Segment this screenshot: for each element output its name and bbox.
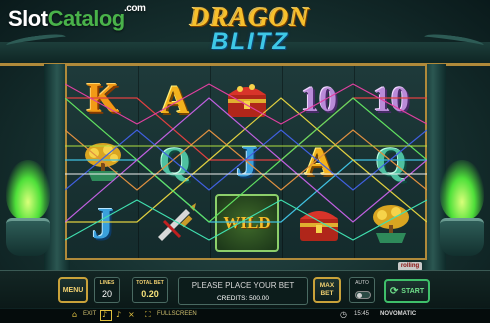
reel-5: 10 Q	[355, 66, 427, 258]
reel-3: J WILD	[211, 66, 283, 258]
wild-symbol: WILD	[215, 194, 279, 252]
green-flame-left	[6, 160, 50, 220]
toggle-switch-icon	[355, 291, 371, 299]
reel-2: A Q	[139, 66, 211, 258]
start-button[interactable]: ⟳ START	[384, 279, 430, 303]
fullscreen-icon[interactable]: ⛶	[145, 310, 151, 320]
fullscreen-button[interactable]: FULLSCREEN	[157, 311, 197, 317]
game-stage: SlotCatalog .com DRAGON BLITZ K J A Q J …	[0, 0, 490, 323]
clock-time: 15:45	[354, 311, 370, 317]
treasure-chest-symbol	[215, 70, 279, 128]
mute-icon[interactable]: ×	[128, 310, 135, 319]
reel-symbol: 10	[301, 79, 337, 119]
max-bet-label-2: BET	[320, 290, 334, 297]
total-bet-value: 0.20	[141, 289, 159, 299]
watermark-part2: Catalog	[47, 6, 126, 31]
clock-icon: ◷	[340, 310, 347, 319]
reel-area: K J A Q J WILD 10 A 10 Q	[65, 64, 427, 260]
green-flame-right	[440, 160, 484, 220]
money-tree-symbol	[359, 194, 423, 252]
credits-value: 500.00	[249, 295, 270, 302]
reel-symbol: J	[236, 136, 258, 186]
home-icon[interactable]: ⌂	[72, 310, 77, 319]
message-panel: PLEASE PLACE YOUR BET CREDITS: 500.00	[178, 277, 308, 305]
game-logo-line2: BLITZ	[211, 28, 289, 55]
lines-label: LINES	[99, 280, 115, 286]
brazier-right	[440, 218, 484, 256]
reel-symbol: J	[92, 198, 114, 248]
reel-1: K J	[67, 66, 139, 258]
reel-symbol: A	[160, 76, 190, 122]
exit-button[interactable]: EXIT	[83, 311, 96, 317]
credits-label: CREDITS:	[216, 295, 248, 302]
status-message: PLEASE PLACE YOUR BET	[191, 281, 295, 290]
reel-symbol: K	[86, 76, 120, 122]
treasure-chest-symbol	[287, 194, 351, 252]
total-bet-label: TOTAL BET	[136, 280, 164, 286]
reel-symbol: Q	[159, 138, 191, 184]
auto-label: AUTO	[355, 280, 369, 286]
watermark-part1: Slot	[8, 6, 48, 31]
reel-symbol: 10	[373, 79, 409, 119]
site-watermark: SlotCatalog .com	[8, 3, 146, 32]
menu-button[interactable]: MENU	[58, 277, 88, 303]
start-label: START	[401, 287, 425, 295]
speaker-icon[interactable]: ♪	[102, 310, 107, 319]
lines-selector[interactable]: LINES 20	[94, 277, 120, 303]
spin-icon: ⟳	[389, 285, 399, 297]
bottom-bar: ⌂ EXIT ♪ ♪ × ⛶ FULLSCREEN ◷ 15:45 NOVOMA…	[0, 309, 490, 323]
autoplay-toggle[interactable]: AUTO	[349, 277, 375, 303]
money-tree-symbol	[71, 132, 135, 190]
credits-display: CREDITS: 500.00	[179, 295, 307, 302]
reel-4: 10 A	[283, 66, 355, 258]
lines-value: 20	[101, 289, 112, 299]
brazier-left	[6, 218, 50, 256]
reel-symbol: Q	[375, 138, 407, 184]
dagger-symbol	[143, 194, 207, 252]
max-bet-button[interactable]: MAX BET	[313, 277, 341, 303]
total-bet-selector[interactable]: TOTAL BET 0.20	[132, 277, 168, 303]
wild-label: WILD	[223, 213, 271, 232]
provider-brand: NOVOMATIC	[380, 311, 417, 317]
max-bet-label-1: MAX	[319, 282, 335, 289]
reel-symbol: A	[304, 138, 334, 184]
speaker-low-icon[interactable]: ♪	[116, 310, 121, 319]
watermark-suffix: .com	[124, 3, 146, 14]
